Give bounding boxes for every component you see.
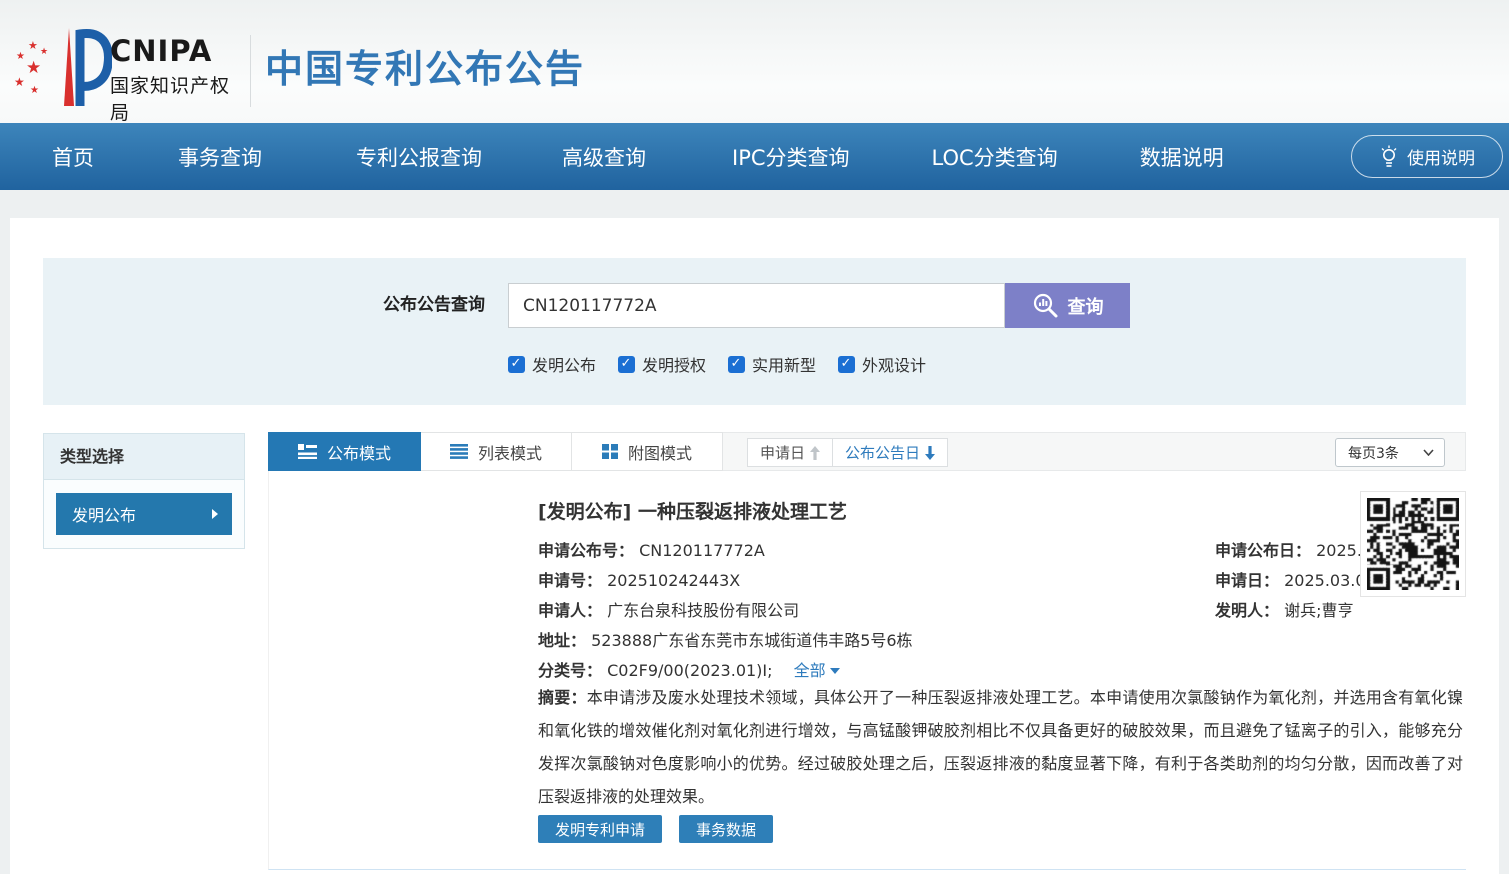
type-select-sidebar: 类型选择 发明公布: [43, 433, 245, 549]
arrow-up-icon: [810, 446, 820, 460]
sort-by-publication-date-button[interactable]: 公布公告日: [833, 438, 948, 467]
cnipa-logo: ★ ★ ★ ★ ★ ★ CNIPA 国家知识产权局: [14, 22, 244, 112]
checkbox-label: 实用新型: [752, 352, 816, 376]
field-label: 申请日：: [1215, 571, 1279, 590]
nav-item-loc-query[interactable]: LOC分类查询: [932, 142, 1058, 172]
patent-result-item: [发明公布] 一种压裂返排液处理工艺 申请公布号： CN120117772A 申…: [268, 471, 1466, 870]
usage-help-label: 使用说明: [1407, 144, 1475, 169]
nav-item-data-description[interactable]: 数据说明: [1140, 142, 1224, 172]
cnipa-p-mark-icon: [54, 22, 112, 110]
logo-org-name: 国家知识产权局: [110, 71, 244, 125]
checkbox-checked-icon: [618, 356, 635, 373]
search-label: 公布公告查询: [43, 283, 497, 328]
sidebar-item-invention-publication[interactable]: 发明公布: [56, 493, 232, 535]
abstract-label: 摘要：: [538, 688, 587, 707]
all-link-label: 全部: [794, 661, 826, 680]
nav-item-transaction-query[interactable]: 事务查询: [178, 142, 262, 172]
chevron-right-icon: [212, 509, 218, 519]
nav-item-advanced-query[interactable]: 高级查询: [562, 142, 646, 172]
patent-qr-code: [1360, 491, 1466, 597]
page-size-select[interactable]: 每页3条: [1335, 438, 1445, 467]
list-view-icon: [450, 444, 468, 459]
tab-label: 公布模式: [327, 440, 391, 464]
transaction-data-button[interactable]: 事务数据: [679, 815, 773, 843]
checkbox-label: 发明授权: [642, 352, 706, 376]
qr-code-canvas: [1367, 498, 1459, 590]
field-row: 申请人： 广东台泉科技股份有限公司 发明人： 谢兵;曹亨: [538, 597, 799, 621]
sort-by-filing-date-button[interactable]: 申请日: [747, 438, 833, 467]
grid-view-icon: [602, 444, 618, 459]
tab-figure-mode[interactable]: 附图模式: [572, 432, 723, 471]
sort-label: 公布公告日: [845, 442, 920, 463]
main-navbar: 首页 事务查询 专利公报查询 高级查询 IPC分类查询 LOC分类查询 数据说明…: [0, 123, 1509, 190]
checkbox-utility-model[interactable]: 实用新型: [728, 352, 816, 376]
nav-item-ipc-query[interactable]: IPC分类查询: [732, 142, 850, 172]
search-button[interactable]: 查询: [1005, 283, 1130, 328]
nav-item-gazette-query[interactable]: 专利公报查询: [356, 142, 482, 172]
magnifier-chart-icon: [1032, 292, 1059, 319]
field-value: 谢兵;曹亨: [1284, 601, 1353, 620]
logo-text: CNIPA 国家知识产权局: [110, 34, 244, 125]
tab-publication-mode[interactable]: 公布模式: [268, 432, 421, 471]
abstract-text: 本申请涉及废水处理技术领域，具体公开了一种压裂返排液处理工艺。本申请使用次氯酸钠…: [538, 688, 1463, 806]
sort-label: 申请日: [760, 442, 805, 463]
field-row: 申请公布号： CN120117772A 申请公布日： 2025.06.10: [538, 537, 765, 561]
field-row-classification: 分类号： C02F9/00(2023.01)I; 全部: [538, 657, 840, 681]
checkbox-checked-icon: [838, 356, 855, 373]
result-actions: 发明专利申请 事务数据: [538, 815, 773, 843]
checkbox-invention-publication[interactable]: 发明公布: [508, 352, 596, 376]
lightbulb-icon: [1379, 144, 1399, 170]
field-value: 广东台泉科技股份有限公司: [607, 601, 799, 620]
checkbox-label: 外观设计: [862, 352, 926, 376]
nav-item-home[interactable]: 首页: [52, 142, 94, 172]
field-value: 523888广东省东莞市东城街道伟丰路5号6栋: [591, 631, 912, 650]
field-label: 申请公布号：: [538, 541, 634, 560]
field-label: 分类号：: [538, 661, 602, 680]
view-mode-tabs: 公布模式 列表模式 附图模式: [268, 432, 723, 471]
arrow-down-icon: [925, 446, 935, 460]
sort-controls: 申请日 公布公告日: [747, 438, 948, 467]
page-header: ★ ★ ★ ★ ★ ★ CNIPA 国家知识产权局 中国专利公布公告: [0, 0, 1509, 123]
search-input[interactable]: [508, 283, 1005, 328]
field-label: 地址：: [538, 631, 586, 650]
usage-help-button[interactable]: 使用说明: [1351, 135, 1503, 178]
search-button-label: 查询: [1068, 293, 1104, 319]
classification-all-dropdown[interactable]: 全部: [794, 661, 840, 680]
chevron-down-icon: [1423, 449, 1434, 456]
logo-acronym: CNIPA: [110, 34, 244, 68]
triangle-down-icon: [830, 668, 840, 674]
field-row-address: 地址： 523888广东省东莞市东城街道伟丰路5号6栋: [538, 627, 913, 651]
tab-label: 附图模式: [628, 440, 692, 464]
field-label: 申请号：: [538, 571, 602, 590]
tab-label: 列表模式: [478, 440, 542, 464]
field-row: 申请号： 202510242443X 申请日： 2025.03.03: [538, 567, 740, 591]
field-value: CN120117772A: [639, 541, 765, 560]
field-label: 申请公布日：: [1215, 541, 1311, 560]
abstract-paragraph: 摘要：本申请涉及废水处理技术领域，具体公开了一种压裂返排液处理工艺。本申请使用次…: [538, 681, 1463, 813]
sidebar-title: 类型选择: [44, 434, 244, 480]
patent-title[interactable]: [发明公布] 一种压裂返排液处理工艺: [538, 497, 847, 524]
field-label: 发明人：: [1215, 601, 1279, 620]
checkbox-checked-icon: [728, 356, 745, 373]
header-divider: [250, 35, 251, 107]
search-panel: 公布公告查询 查询 发明公布 发明授权 实用新型 外观设计: [43, 258, 1466, 405]
results-toolbar: 公布模式 列表模式 附图模式 申请日: [268, 432, 1466, 471]
checkbox-checked-icon: [508, 356, 525, 373]
site-title: 中国专利公布公告: [265, 38, 585, 93]
field-value: C02F9/00(2023.01)I;: [607, 661, 772, 680]
checkbox-label: 发明公布: [532, 352, 596, 376]
checkbox-design[interactable]: 外观设计: [838, 352, 926, 376]
tab-list-mode[interactable]: 列表模式: [421, 432, 572, 471]
field-label: 申请人：: [538, 601, 602, 620]
sidebar-item-label: 发明公布: [72, 502, 136, 526]
checkbox-invention-grant[interactable]: 发明授权: [618, 352, 706, 376]
field-value: 202510242443X: [607, 571, 740, 590]
patent-type-filters: 发明公布 发明授权 实用新型 外观设计: [508, 352, 926, 376]
page-size-value: 每页3条: [1348, 443, 1399, 463]
invention-application-button[interactable]: 发明专利申请: [538, 815, 662, 843]
detail-view-icon: [298, 444, 317, 459]
